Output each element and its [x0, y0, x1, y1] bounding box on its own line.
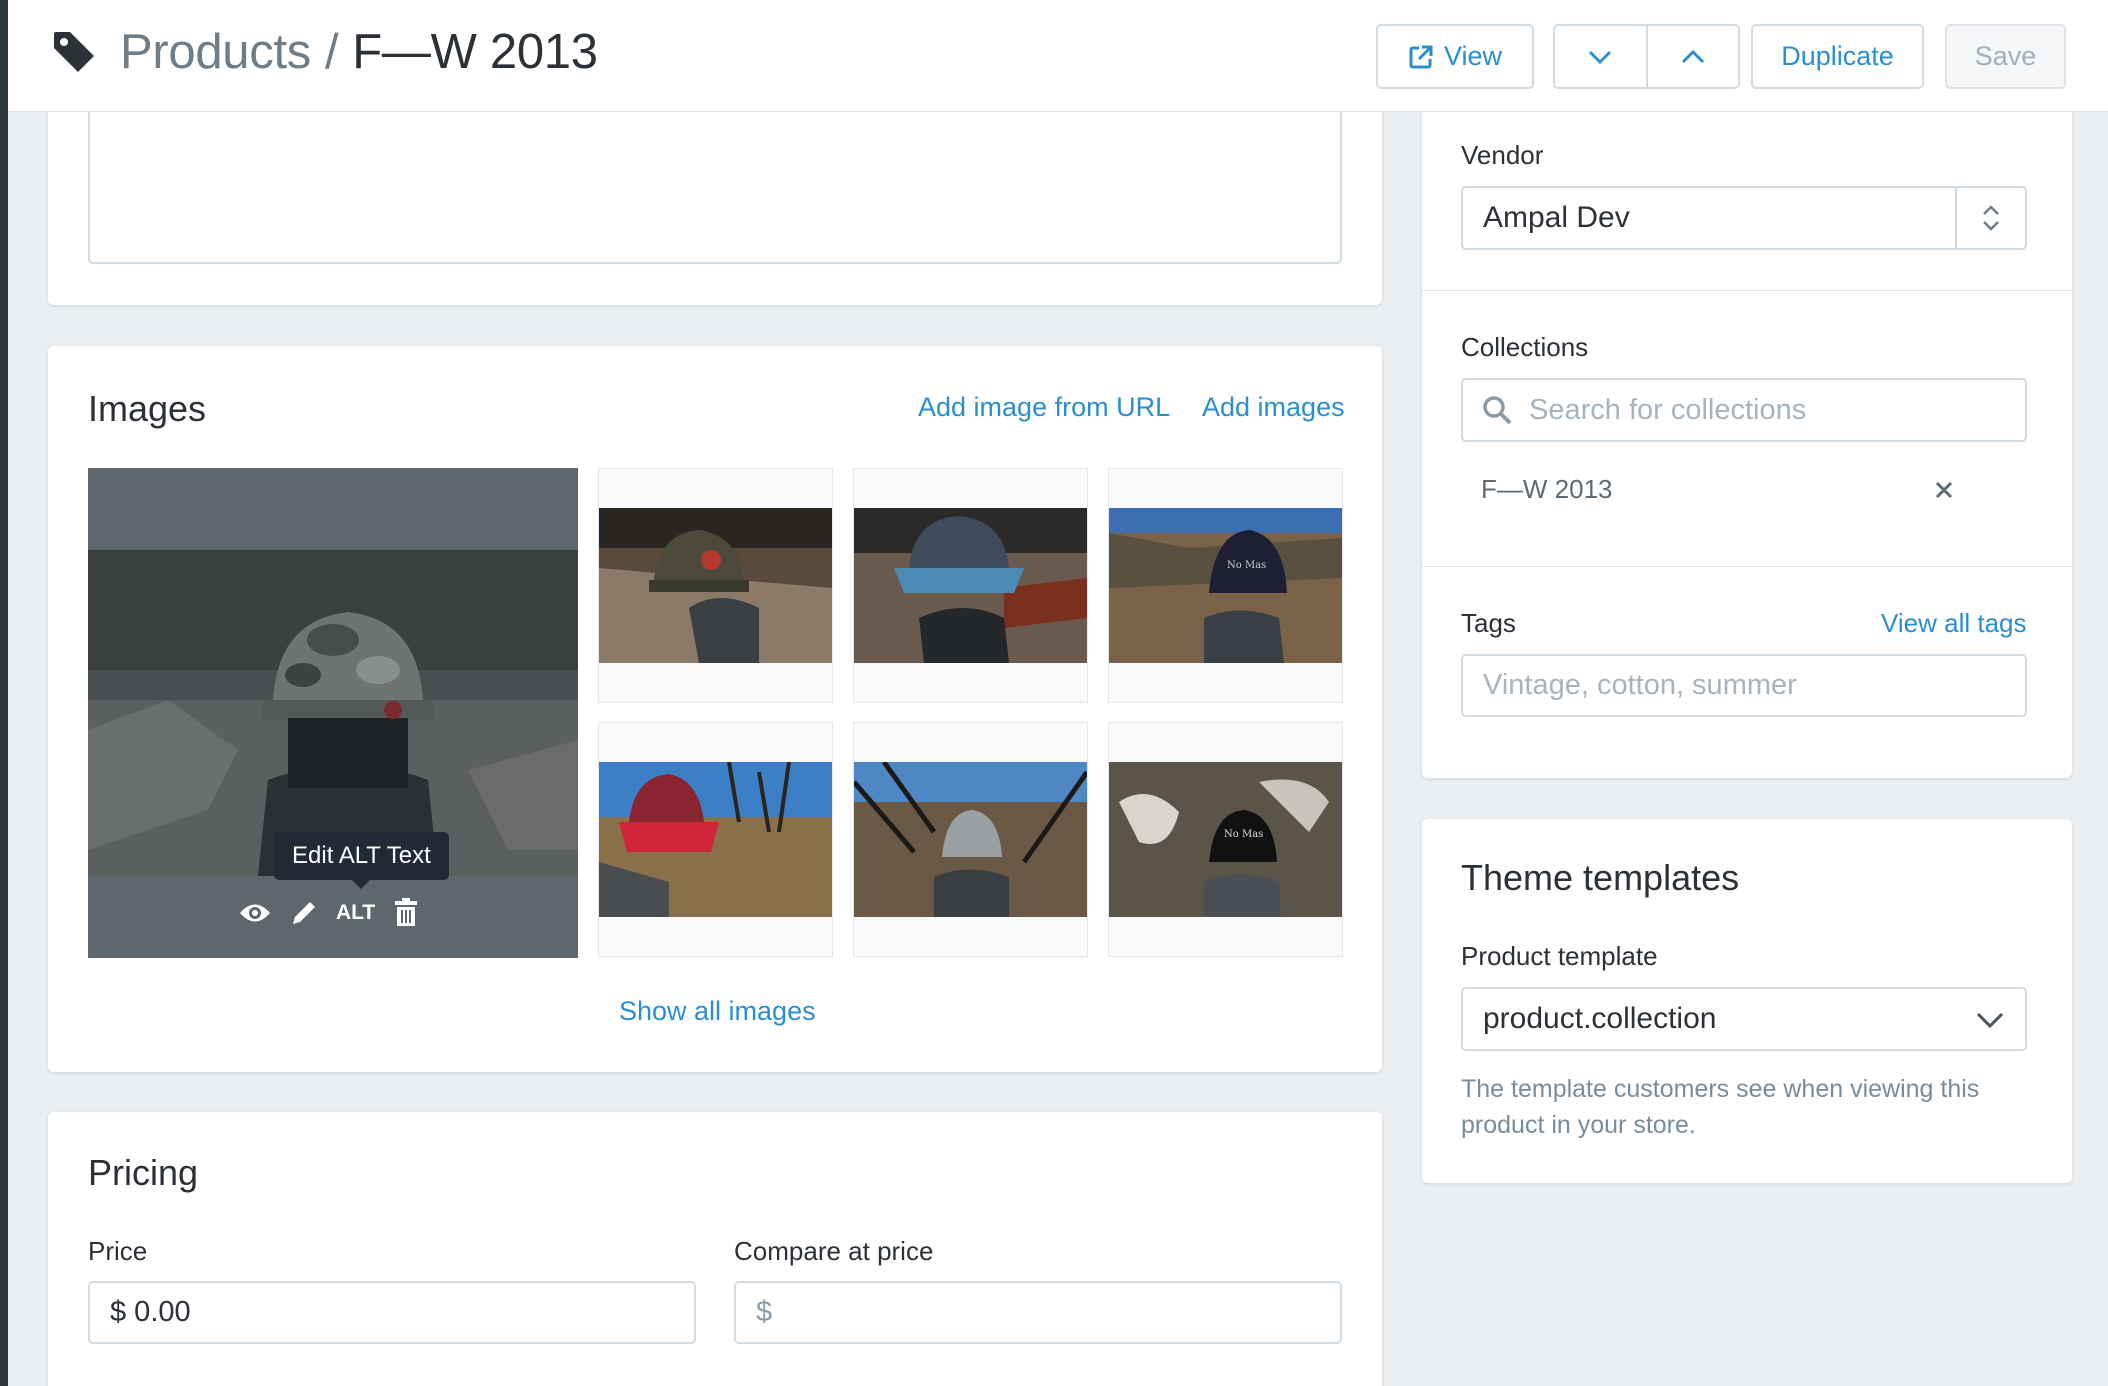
chevron-down-icon [1589, 50, 1612, 64]
view-button-label: View [1443, 41, 1503, 71]
organization-card: Vendor Ampal Dev Collections Search for … [1422, 60, 2072, 778]
thumb-photo: No Mas [1109, 762, 1342, 917]
view-button[interactable]: View [1376, 24, 1534, 89]
vendor-select[interactable]: Ampal Dev [1461, 186, 2027, 250]
close-icon[interactable] [1932, 478, 1956, 502]
svg-text:No Mas: No Mas [1227, 560, 1266, 571]
compare-at-price-label: Compare at price [734, 1236, 934, 1266]
svg-text:No Mas: No Mas [1224, 829, 1263, 840]
vendor-value: Ampal Dev [1483, 201, 1630, 234]
add-image-from-url-link[interactable]: Add image from URL [918, 392, 1170, 423]
product-template-value: product.collection [1483, 1002, 1717, 1035]
product-image-thumb[interactable] [598, 468, 833, 703]
product-template-select[interactable]: product.collection [1461, 987, 2027, 1051]
show-all-images-link[interactable]: Show all images [619, 996, 816, 1027]
chevron-down-icon [1976, 1012, 2004, 1029]
tag-icon [54, 32, 94, 72]
theme-templates-title: Theme templates [1461, 857, 1740, 898]
product-template-label: Product template [1461, 941, 1658, 971]
section-divider [1422, 566, 2072, 567]
trash-icon[interactable] [393, 898, 419, 928]
images-card: Images Add image from URL Add images Edi… [48, 346, 1382, 1072]
collections-search-input[interactable]: Search for collections [1461, 378, 2027, 442]
collections-label: Collections [1461, 332, 1589, 362]
thumb-photo: No Mas [1109, 508, 1342, 663]
previous-product-button[interactable] [1645, 26, 1739, 87]
app-sidebar-edge [0, 0, 8, 1386]
view-all-tags-link[interactable]: View all tags [1881, 608, 2027, 639]
pricing-title: Pricing [88, 1152, 199, 1193]
product-image-thumb[interactable] [853, 468, 1088, 703]
featured-photo [88, 550, 578, 876]
thumb-photo [854, 508, 1087, 663]
prev-next-group [1553, 24, 1740, 89]
featured-image[interactable]: Edit ALT Text ALT [88, 468, 578, 958]
thumb-photo [599, 762, 832, 917]
alt-text-button[interactable]: ALT [336, 901, 375, 925]
page-header: Products / F—W 2013 View Duplicate Save [8, 0, 2108, 112]
section-divider [1422, 290, 2072, 291]
external-link-icon [1409, 45, 1433, 68]
thumb-photo [854, 762, 1087, 917]
breadcrumb-products-link[interactable]: Products [120, 25, 311, 79]
product-image-thumb[interactable] [853, 722, 1088, 957]
select-stepper-icon [1955, 188, 2025, 248]
next-product-button[interactable] [1555, 26, 1646, 87]
collection-item: F—W 2013 [1481, 474, 1613, 504]
chevron-up-icon [1681, 49, 1704, 63]
breadcrumb-separator: / [324, 25, 339, 79]
image-action-bar: ALT [238, 898, 419, 928]
page-title: F—W 2013 [352, 25, 598, 79]
save-button[interactable]: Save [1945, 24, 2066, 89]
product-image-thumb[interactable]: No Mas [1108, 468, 1343, 703]
images-title: Images [88, 388, 207, 429]
tags-label: Tags [1461, 608, 1516, 638]
duplicate-button[interactable]: Duplicate [1751, 24, 1924, 89]
template-help-text: The template customers see when viewing … [1461, 1075, 1980, 1139]
add-images-link[interactable]: Add images [1202, 392, 1345, 423]
compare-at-price-field[interactable]: $ [734, 1281, 1342, 1344]
product-image-thumb[interactable] [598, 722, 833, 957]
pencil-icon[interactable] [290, 899, 318, 927]
pricing-card: Pricing Price Compare at price $ 0.00 $ [48, 1112, 1382, 1386]
collections-search-placeholder: Search for collections [1529, 393, 1807, 426]
tags-input[interactable]: Vintage, cotton, summer [1461, 654, 2027, 717]
eye-icon[interactable] [238, 902, 272, 924]
breadcrumb: Products / F—W 2013 [120, 24, 598, 80]
product-image-thumb[interactable]: No Mas [1108, 722, 1343, 957]
edit-alt-tooltip: Edit ALT Text [274, 832, 449, 889]
search-icon [1483, 396, 1512, 425]
vendor-label: Vendor [1461, 140, 1544, 170]
price-label: Price [88, 1236, 148, 1266]
description-editor[interactable] [88, 112, 1342, 264]
theme-templates-card: Theme templates Product template product… [1422, 819, 2072, 1183]
price-field[interactable]: $ 0.00 [88, 1281, 696, 1344]
thumb-photo [599, 508, 832, 663]
